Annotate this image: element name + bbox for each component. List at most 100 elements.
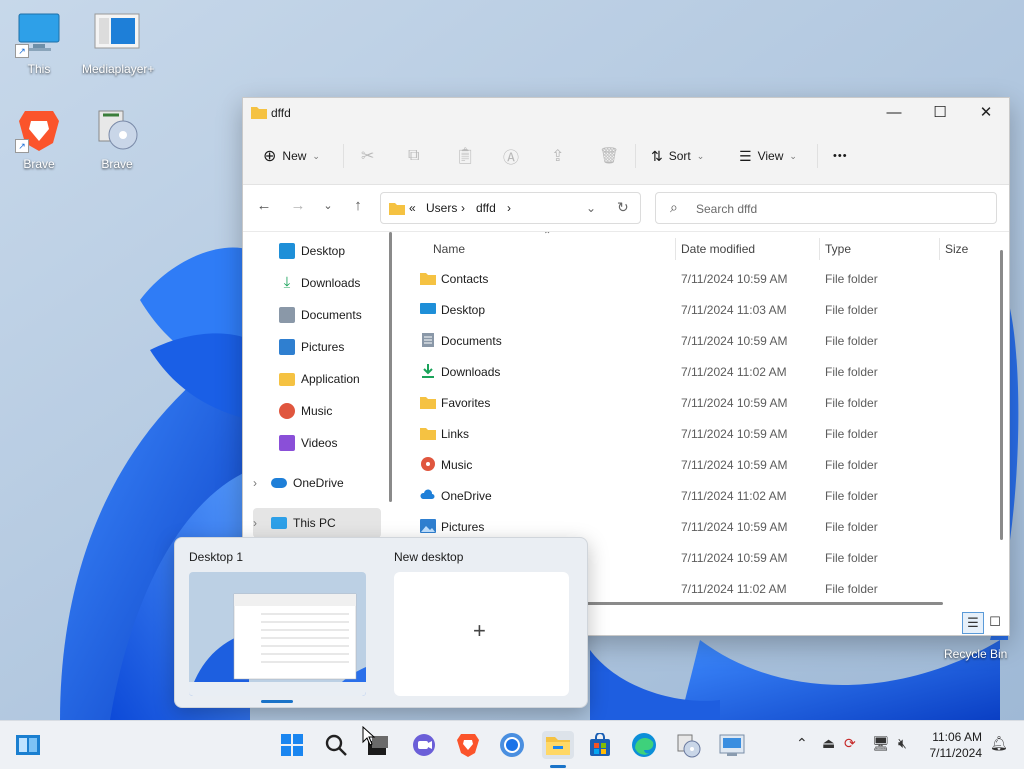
- share-button[interactable]: ⇪: [551, 142, 564, 170]
- brave-taskbar-button[interactable]: [454, 731, 482, 759]
- back-button[interactable]: ←: [253, 197, 275, 214]
- monitor-icon: [271, 517, 287, 529]
- file-row[interactable]: Downloads 7/11/2024 11:02 AM File folder: [403, 356, 993, 387]
- file-row[interactable]: Documents 7/11/2024 10:59 AM File folder: [403, 325, 993, 356]
- address-history-dropdown[interactable]: ⌄: [586, 201, 596, 215]
- store-taskbar-button[interactable]: [586, 731, 614, 759]
- network-icon[interactable]: 🖥︎: [872, 735, 890, 752]
- maximize-button[interactable]: ☐: [917, 98, 963, 128]
- nav-item-onedrive[interactable]: › OneDrive: [253, 468, 389, 498]
- address-bar[interactable]: « Users › dffd › ⌄ ↻: [380, 192, 641, 224]
- breadcrumb-overflow[interactable]: «: [409, 201, 416, 215]
- file-list-vertical-scrollbar[interactable]: [1000, 250, 1003, 540]
- forward-button[interactable]: →: [287, 197, 309, 214]
- column-header-type[interactable]: Type: [825, 242, 851, 256]
- cloud-icon: [271, 478, 287, 488]
- usb-device-icon[interactable]: ⏏︎: [822, 735, 835, 752]
- search-box[interactable]: ⌕ Search dffd: [655, 192, 997, 224]
- edge-taskbar-button[interactable]: [630, 731, 658, 759]
- file-date: 7/11/2024 10:59 AM: [681, 396, 788, 410]
- delete-button[interactable]: 🗑︎: [599, 142, 619, 170]
- nav-item-videos[interactable]: Videos: [279, 428, 389, 458]
- notifications-bell-icon[interactable]: 🔔︎: [990, 735, 1008, 752]
- nav-item-this-pc[interactable]: › This PC: [253, 508, 381, 538]
- file-row[interactable]: Desktop 7/11/2024 11:03 AM File folder: [403, 294, 993, 325]
- column-header-name[interactable]: Name: [433, 242, 465, 256]
- copy-button[interactable]: ⧉: [408, 142, 419, 170]
- view-button[interactable]: ☰ View ⌄: [739, 142, 797, 170]
- nav-item-pictures[interactable]: Pictures 📌︎: [279, 332, 389, 362]
- nav-item-label: Videos: [301, 436, 338, 450]
- file-date: 7/11/2024 11:03 AM: [681, 303, 787, 317]
- recent-locations-button[interactable]: ⌄: [317, 199, 339, 212]
- active-desktop-indicator: [261, 700, 293, 703]
- new-desktop-button[interactable]: +: [394, 572, 569, 696]
- close-button[interactable]: ✕: [963, 98, 1009, 128]
- desktop-icon-this-pc[interactable]: ↗ This: [4, 10, 74, 76]
- column-header-date[interactable]: Date modified: [681, 242, 755, 256]
- show-hidden-icons-chevron[interactable]: ⌃: [796, 735, 808, 752]
- teams-chat-button[interactable]: [410, 731, 438, 759]
- title-bar[interactable]: dffd — ☐ ✕: [243, 98, 1009, 128]
- file-name: Pictures: [441, 520, 485, 534]
- new-button[interactable]: ⊕ New ⌄: [263, 142, 320, 170]
- music-icon: [279, 403, 295, 419]
- desktop-icon-mediaplayer[interactable]: Mediaplayer+: [82, 10, 154, 76]
- desktop-1-thumbnail[interactable]: [189, 572, 366, 696]
- cut-button[interactable]: ✂: [361, 142, 374, 170]
- file-row[interactable]: Links 7/11/2024 10:59 AM File folder: [403, 418, 993, 449]
- file-name: Documents: [441, 334, 502, 348]
- breadcrumb-dffd[interactable]: dffd: [476, 201, 496, 215]
- desktop-thumbnail-image: [189, 572, 366, 696]
- rename-button[interactable]: Ⓐ: [503, 142, 519, 170]
- desktop-icon-brave[interactable]: ↗ Brave: [4, 105, 74, 171]
- recycle-bin-label[interactable]: Recycle Bin: [944, 647, 1007, 661]
- more-options-button[interactable]: •••: [833, 142, 848, 170]
- file-row[interactable]: Favorites 7/11/2024 10:59 AM File folder: [403, 387, 993, 418]
- view-label: View: [757, 149, 784, 163]
- column-header-size[interactable]: Size: [945, 242, 968, 256]
- nav-item-label: Downloads: [301, 276, 361, 290]
- widgets-icon: [16, 735, 40, 755]
- widgets-button[interactable]: [14, 731, 42, 759]
- file-type: File folder: [825, 520, 878, 534]
- desktop-icon-brave-installer[interactable]: Brave: [82, 105, 152, 171]
- start-button[interactable]: [278, 731, 306, 759]
- minimize-button[interactable]: —: [871, 98, 917, 128]
- details-view-button[interactable]: ☰: [962, 612, 984, 634]
- file-explorer-taskbar-button[interactable]: [542, 731, 574, 759]
- desktop-icon-label: This: [27, 62, 51, 76]
- toolbar-divider: [817, 144, 818, 168]
- folder-icon: [279, 372, 295, 386]
- installer-taskbar-button[interactable]: [674, 731, 702, 759]
- control-panel-taskbar-button[interactable]: [718, 731, 746, 759]
- breadcrumb-users[interactable]: Users: [426, 201, 457, 215]
- file-row[interactable]: OneDrive 7/11/2024 11:02 AM File folder: [403, 480, 993, 511]
- sort-arrows-icon: ⇅: [651, 147, 663, 164]
- nav-item-desktop[interactable]: Desktop 📌︎: [279, 236, 389, 266]
- system-clock[interactable]: 11:06 AM 7/11/2024: [924, 729, 983, 761]
- nav-item-documents[interactable]: Documents 📌︎: [279, 300, 389, 330]
- file-date: 7/11/2024 10:59 AM: [681, 551, 788, 565]
- file-list-horizontal-scrollbar[interactable]: [543, 602, 943, 605]
- chrome-taskbar-button[interactable]: [498, 731, 526, 759]
- search-button[interactable]: [322, 731, 350, 759]
- file-row[interactable]: Contacts 7/11/2024 10:59 AM File folder: [403, 263, 993, 294]
- security-alert-icon[interactable]: ⟳: [844, 735, 856, 752]
- volume-muted-icon[interactable]: 🔇︎: [898, 735, 907, 752]
- nav-item-downloads[interactable]: ⤓ Downloads 📌︎: [279, 268, 389, 298]
- file-row[interactable]: Music 7/11/2024 10:59 AM File folder: [403, 449, 993, 480]
- navigation-scrollbar[interactable]: [389, 232, 392, 502]
- chevron-right-icon: ›: [461, 201, 465, 215]
- refresh-icon[interactable]: ↻: [617, 199, 629, 216]
- file-date: 7/11/2024 11:02 AM: [681, 582, 787, 596]
- file-type: File folder: [825, 272, 878, 286]
- sort-button[interactable]: ⇅ Sort ⌄: [651, 142, 704, 170]
- new-label: New: [282, 149, 307, 163]
- control-panel-icon: [719, 734, 745, 756]
- nav-item-music[interactable]: Music: [279, 396, 389, 426]
- up-button[interactable]: ↑: [347, 197, 369, 214]
- tiles-view-button[interactable]: ☐: [985, 612, 1005, 632]
- paste-button[interactable]: 📋︎: [455, 142, 475, 170]
- nav-item-application[interactable]: Application: [279, 364, 389, 394]
